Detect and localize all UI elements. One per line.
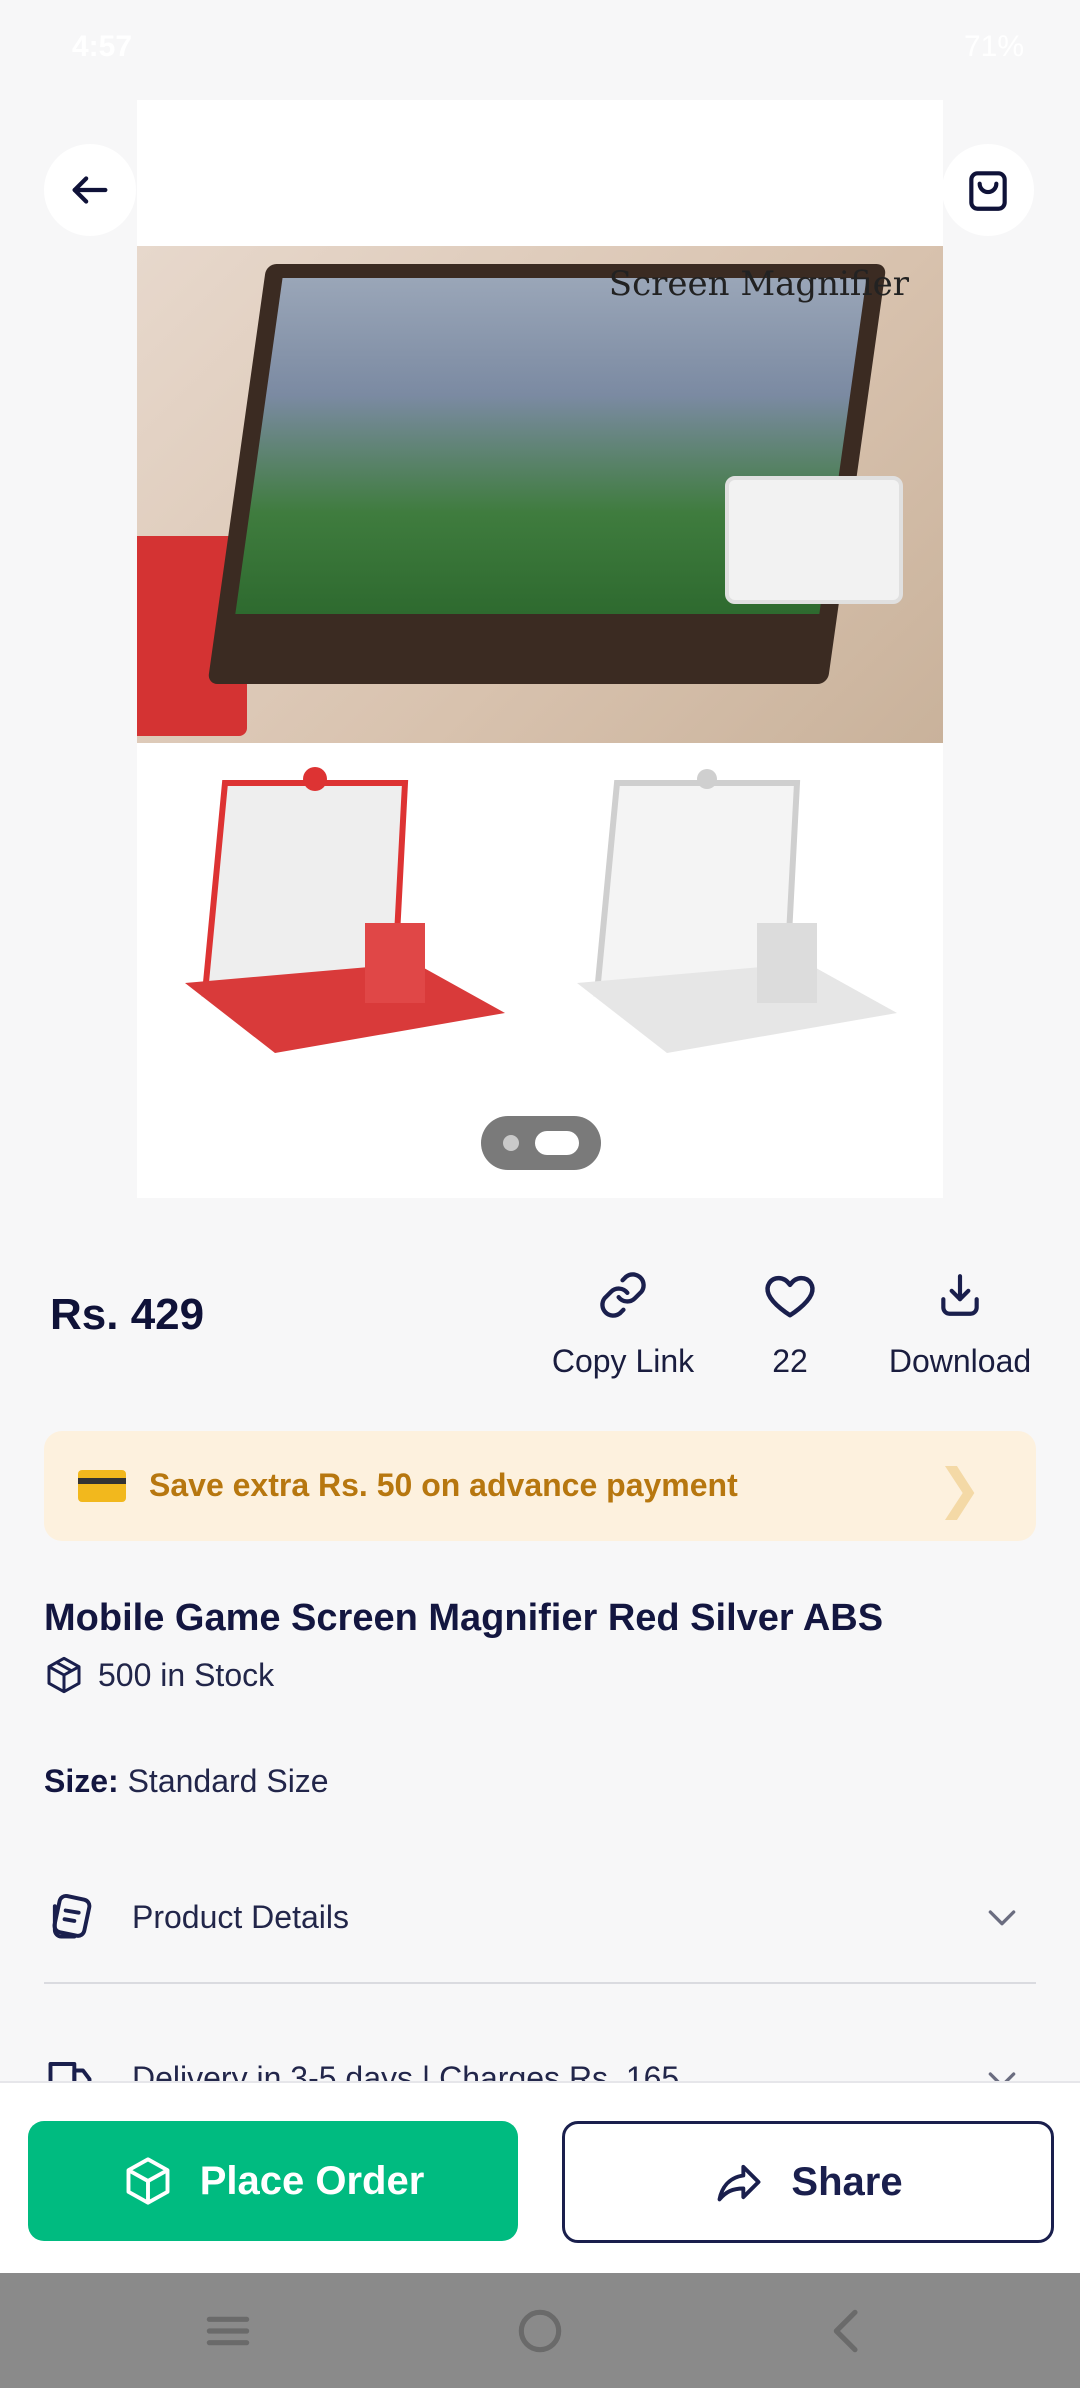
status-bar: 4:57 71% (0, 0, 1080, 96)
like-count: 22 (772, 1343, 808, 1379)
download-button[interactable]: Download (880, 1265, 1040, 1380)
product-price: Rs. 429 (50, 1290, 205, 1339)
product-image-carousel[interactable]: Screen Magnifier (137, 100, 943, 1198)
image-caption: Screen Magnifier (608, 264, 909, 304)
chevron-down-icon (988, 1910, 1016, 1926)
size-info: Size: Standard Size (44, 1763, 329, 1800)
place-order-label: Place Order (199, 2158, 425, 2203)
link-icon (600, 1272, 646, 1318)
download-label: Download (888, 1343, 1032, 1379)
copy-link-button[interactable]: Copy Link (548, 1265, 698, 1380)
carousel-pager[interactable] (481, 1116, 601, 1170)
system-nav-bar (0, 2273, 1080, 2388)
product-title: Mobile Game Screen Magnifier Red Silver … (44, 1597, 884, 1639)
credit-card-icon (78, 1470, 126, 1502)
heart-icon (765, 1275, 815, 1318)
phone-graphic (725, 476, 903, 604)
silver-magnifier-image (577, 769, 897, 1053)
back-nav-icon[interactable] (820, 2303, 876, 2359)
status-time: 4:57 (72, 30, 133, 63)
share-arrow-icon (717, 2164, 761, 2202)
product-details-label: Product Details (132, 1898, 349, 1935)
home-icon[interactable] (512, 2303, 568, 2359)
size-value: Standard Size (127, 1763, 329, 1799)
product-main-photo: Screen Magnifier (137, 246, 943, 743)
chevron-right-icon: ❯ (936, 1459, 982, 1519)
cube-icon (126, 2157, 170, 2205)
size-label: Size: (44, 1763, 119, 1799)
product-details-accordion[interactable]: Product Details (44, 1890, 1036, 1944)
red-magnifier-image (185, 767, 505, 1053)
like-button[interactable]: 22 (742, 1265, 838, 1380)
bottom-action-bar: Place Order Share (0, 2081, 1080, 2275)
stock-text: 500 in Stock (98, 1656, 275, 1693)
document-icon (52, 1893, 92, 1939)
pager-active-indicator (535, 1131, 579, 1155)
arrow-left-icon (72, 176, 108, 204)
download-icon (941, 1274, 979, 1316)
copy-link-label: Copy Link (551, 1343, 695, 1379)
bag-button[interactable] (942, 144, 1034, 236)
box-icon (47, 1656, 81, 1694)
pager-dot[interactable] (503, 1135, 519, 1151)
menu-icon[interactable] (200, 2303, 256, 2359)
stock-info: 500 in Stock (44, 1655, 274, 1695)
share-button[interactable]: Share (562, 2121, 1054, 2243)
advance-payment-offer[interactable]: Save extra Rs. 50 on advance payment ❯ (44, 1431, 1036, 1541)
back-button[interactable] (44, 144, 136, 236)
offer-text: Save extra Rs. 50 on advance payment (149, 1467, 738, 1503)
product-variants-photo (137, 743, 943, 1093)
magnifier-graphic (207, 264, 887, 684)
shopping-bag-icon (969, 171, 1007, 211)
divider (44, 1982, 1036, 1984)
place-order-button[interactable]: Place Order (28, 2121, 518, 2241)
share-label: Share (791, 2159, 903, 2204)
status-battery: 71% (963, 30, 1024, 63)
